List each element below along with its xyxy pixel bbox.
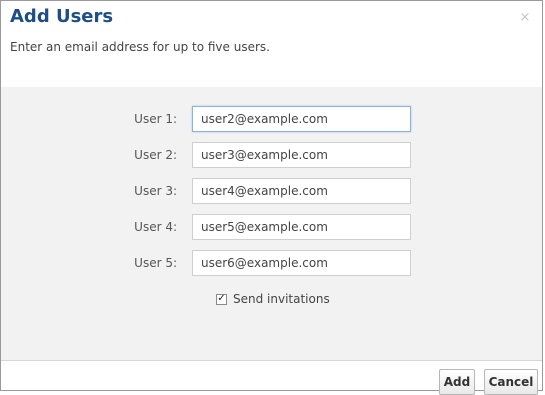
- user-4-email-input[interactable]: [192, 214, 411, 240]
- user-1-email-input[interactable]: [192, 106, 411, 132]
- user-row-3: User 3:: [1, 178, 542, 204]
- user-5-label: User 5:: [134, 256, 177, 270]
- user-row-4: User 4:: [1, 214, 542, 240]
- user-row-2: User 2:: [1, 142, 542, 168]
- dialog-body: User 1: User 2: User 3: User 4: User 5: …: [1, 87, 542, 360]
- send-invitations-label[interactable]: Send invitations: [233, 292, 330, 306]
- dialog-title: Add Users: [10, 6, 114, 27]
- add-button[interactable]: Add: [439, 369, 475, 395]
- user-2-label: User 2:: [134, 148, 177, 162]
- user-1-label: User 1:: [134, 112, 177, 126]
- user-3-email-input[interactable]: [192, 178, 411, 204]
- user-2-email-input[interactable]: [192, 142, 411, 168]
- dialog-subtitle: Enter an email address for up to five us…: [10, 40, 270, 54]
- user-row-5: User 5:: [1, 250, 542, 276]
- cancel-button[interactable]: Cancel: [484, 369, 538, 395]
- dialog-header: Add Users Enter an email address for up …: [1, 1, 542, 87]
- user-4-label: User 4:: [134, 220, 177, 234]
- dialog-footer: Add Cancel: [1, 361, 542, 395]
- user-5-email-input[interactable]: [192, 250, 411, 276]
- user-3-label: User 3:: [134, 184, 177, 198]
- user-row-1: User 1:: [1, 106, 542, 132]
- close-icon[interactable]: ×: [518, 11, 532, 25]
- send-invitations-option[interactable]: ✓ Send invitations: [216, 290, 330, 308]
- add-users-dialog: Add Users Enter an email address for up …: [0, 0, 543, 395]
- send-invitations-checkbox[interactable]: ✓: [216, 293, 227, 305]
